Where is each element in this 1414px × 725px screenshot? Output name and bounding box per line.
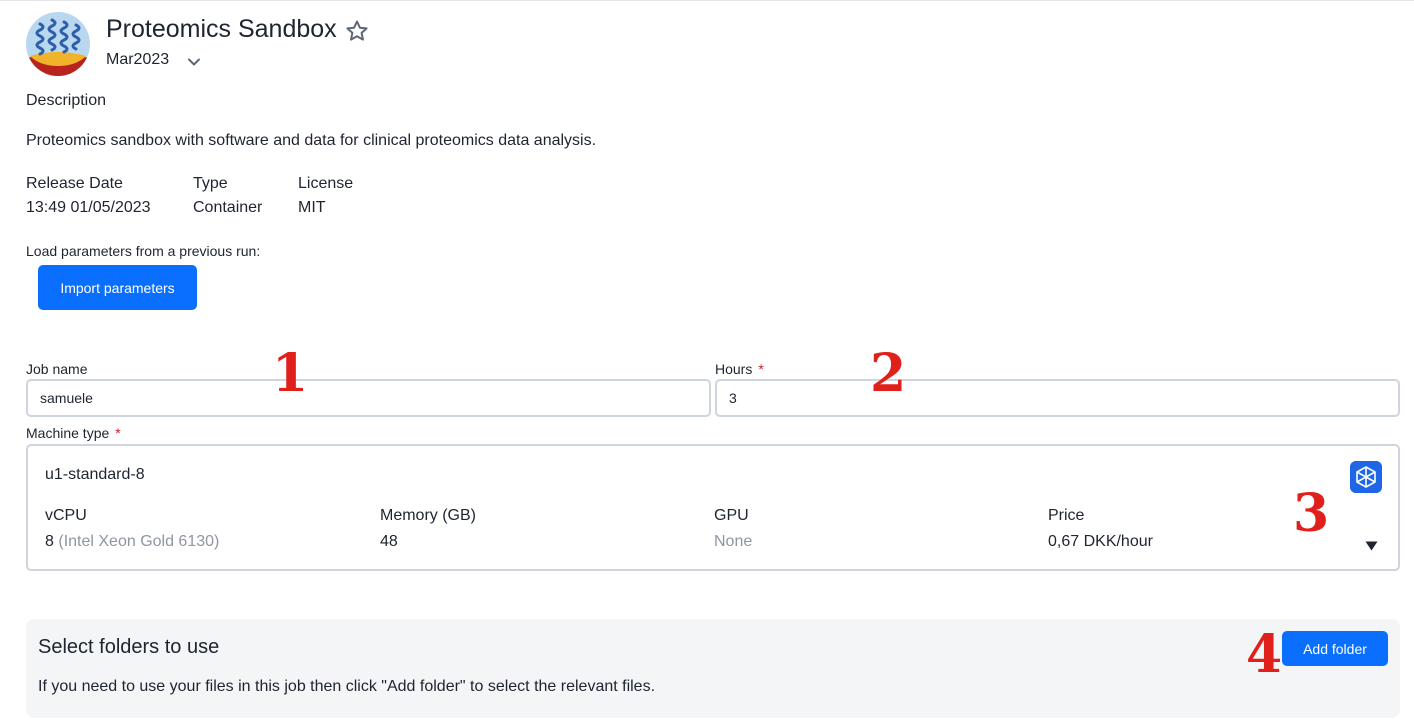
provider-logo-icon	[1350, 461, 1382, 493]
select-folders-panel: Select folders to use If you need to use…	[26, 619, 1400, 718]
machine-type-label: Machine type *	[26, 425, 121, 441]
select-folders-hint: If you need to use your files in this jo…	[38, 678, 656, 695]
description-text: Proteomics sandbox with software and dat…	[26, 132, 597, 149]
price-value: 0,67 DKK/hour	[1048, 533, 1153, 550]
license-value: MIT	[298, 199, 326, 216]
gpu-label: GPU	[714, 507, 749, 524]
job-name-value: samuele	[40, 390, 93, 406]
type-value: Container	[193, 199, 263, 216]
type-meta: Type Container	[193, 172, 262, 220]
machine-type-label-text: Machine type	[26, 425, 110, 441]
annotation-4: 4	[1246, 624, 1283, 685]
star-outline-icon[interactable]	[345, 19, 369, 43]
hours-label: Hours *	[715, 361, 764, 377]
gpu-value: None	[714, 533, 753, 550]
vcpu-detail: (Intel Xeon Gold 6130)	[58, 533, 220, 550]
version-selector[interactable]: Mar2023	[106, 51, 169, 69]
required-marker: *	[758, 361, 764, 377]
add-folder-button[interactable]: Add folder	[1282, 631, 1388, 666]
memory-value: 48	[380, 533, 398, 550]
annotation-2: 2	[870, 343, 907, 404]
license-meta: License MIT	[298, 172, 353, 220]
machine-name: u1-standard-8	[45, 466, 145, 483]
hours-input[interactable]: 3	[715, 379, 1400, 417]
hours-label-text: Hours	[715, 361, 753, 377]
top-divider	[0, 0, 1414, 1]
hours-value: 3	[729, 390, 737, 406]
required-marker: *	[115, 425, 121, 441]
machine-type-selector[interactable]: u1-standard-8 vCPU 8 (Intel Xeon Gold 61…	[26, 444, 1400, 571]
description-label: Description	[26, 92, 107, 109]
load-parameters-label: Load parameters from a previous run:	[26, 243, 261, 259]
chevron-down-icon[interactable]	[186, 54, 202, 70]
release-date-value: 13:49 01/05/2023	[26, 199, 151, 216]
job-name-input[interactable]: samuele	[26, 379, 711, 417]
release-date-label: Release Date	[26, 175, 123, 192]
type-label: Type	[193, 175, 228, 192]
license-label: License	[298, 175, 354, 192]
vcpu-value: 8 (Intel Xeon Gold 6130)	[45, 533, 219, 551]
annotation-3: 3	[1293, 483, 1330, 544]
select-folders-title: Select folders to use	[38, 636, 220, 658]
triangle-down-icon[interactable]	[1365, 541, 1378, 551]
release-date-meta: Release Date 13:49 01/05/2023	[26, 172, 151, 220]
app-title: Proteomics Sandbox	[106, 15, 337, 43]
proteomics-logo	[26, 12, 90, 76]
job-name-label: Job name	[26, 361, 87, 377]
job-name-label-text: Job name	[26, 361, 88, 377]
annotation-1: 1	[272, 343, 309, 404]
memory-label: Memory (GB)	[380, 507, 476, 524]
vcpu-count: 8	[45, 533, 54, 550]
import-parameters-button[interactable]: Import parameters	[38, 265, 197, 310]
vcpu-label: vCPU	[45, 507, 87, 524]
price-label: Price	[1048, 507, 1085, 524]
